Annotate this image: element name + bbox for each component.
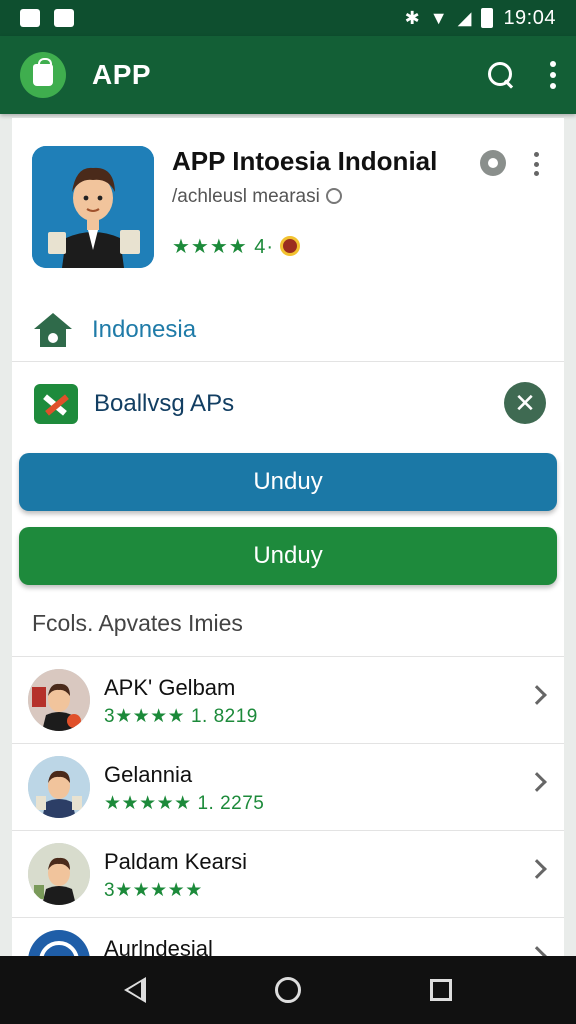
gmail-icon bbox=[54, 9, 74, 27]
store-logo-icon[interactable] bbox=[20, 52, 66, 98]
country-label: Indonesia bbox=[92, 315, 197, 343]
status-bar: ✱ ▼ ◢ 19:04 bbox=[0, 0, 576, 36]
search-icon[interactable] bbox=[486, 60, 516, 90]
app-bar-title: APP bbox=[92, 59, 152, 90]
list-item[interactable]: APK' Gelbam 3★★★★ 1. 8219 bbox=[12, 656, 564, 742]
list-item-name: APK' Gelbam bbox=[104, 675, 236, 700]
chevron-right-icon bbox=[527, 859, 547, 879]
list-item-rating: 3★★★★ 1. 8219 bbox=[104, 706, 258, 727]
category-label: Boallvsg APs bbox=[94, 390, 235, 417]
chevron-right-icon bbox=[527, 772, 547, 792]
close-icon[interactable]: ✕ bbox=[504, 382, 546, 424]
navigation-bar bbox=[0, 956, 576, 1024]
app-rating-stars: ★★★★ 4· bbox=[172, 236, 275, 258]
app-icon-illustration bbox=[32, 146, 154, 268]
app-icon bbox=[32, 146, 154, 268]
list-item[interactable]: Gelannia ★★★★★ 1. 2275 bbox=[12, 743, 564, 829]
list-item-name: Gelannia bbox=[104, 762, 193, 787]
notification-icon bbox=[20, 9, 40, 27]
category-row[interactable]: Boallvsg APs ✕ bbox=[12, 364, 564, 444]
list-item-name: Aurlndesial bbox=[104, 936, 213, 956]
verified-icon bbox=[325, 188, 342, 204]
list-item[interactable]: Paldam Kearsi 3★★★★★ bbox=[12, 830, 564, 916]
home-button-icon[interactable] bbox=[274, 977, 301, 1003]
bluetooth-icon: ✱ bbox=[404, 7, 420, 28]
home-icon bbox=[34, 312, 72, 347]
app-title: APP Intoesia Indonial bbox=[172, 146, 438, 176]
country-row[interactable]: Indonesia bbox=[12, 298, 564, 362]
recent-apps-icon[interactable] bbox=[429, 979, 452, 1001]
app-more-icon[interactable] bbox=[534, 152, 540, 176]
section-title: Fcols. Apvates Imies bbox=[32, 610, 243, 636]
list-item-rating: 3★★★★★ bbox=[104, 880, 203, 901]
list-item-rating: ★★★★★ 1. 2275 bbox=[104, 793, 265, 814]
wifi-icon: ▼ bbox=[429, 7, 448, 28]
overflow-menu-icon[interactable] bbox=[550, 61, 556, 89]
back-icon[interactable] bbox=[124, 977, 147, 1003]
category-icon bbox=[34, 384, 78, 424]
list-item-name: Paldam Kearsi bbox=[104, 849, 248, 874]
rating-badge-icon bbox=[280, 236, 301, 256]
signal-icon: ◢ bbox=[457, 7, 472, 28]
app-bar: APP bbox=[0, 36, 576, 114]
avatar bbox=[28, 669, 90, 731]
avatar bbox=[28, 843, 90, 905]
download-button-secondary[interactable]: Unduy bbox=[19, 527, 557, 585]
share-icon[interactable] bbox=[480, 150, 506, 176]
list-item[interactable]: Aurlndesial bbox=[12, 917, 564, 956]
download-button-primary[interactable]: Unduy bbox=[19, 453, 557, 511]
app-header: APP Intoesia Indonial /achleusl mearasi … bbox=[12, 118, 564, 288]
battery-icon bbox=[481, 8, 494, 28]
app-developer-label: /achleusl mearasi bbox=[172, 186, 320, 207]
app-developer[interactable]: /achleusl mearasi bbox=[172, 186, 342, 208]
status-time: 19:04 bbox=[503, 6, 556, 29]
app-rating: ★★★★ 4· bbox=[172, 234, 301, 259]
main-content: APP Intoesia Indonial /achleusl mearasi … bbox=[12, 118, 564, 956]
avatar bbox=[28, 756, 90, 818]
chevron-right-icon bbox=[527, 685, 547, 705]
avatar bbox=[28, 930, 90, 956]
chevron-right-icon bbox=[527, 946, 547, 956]
